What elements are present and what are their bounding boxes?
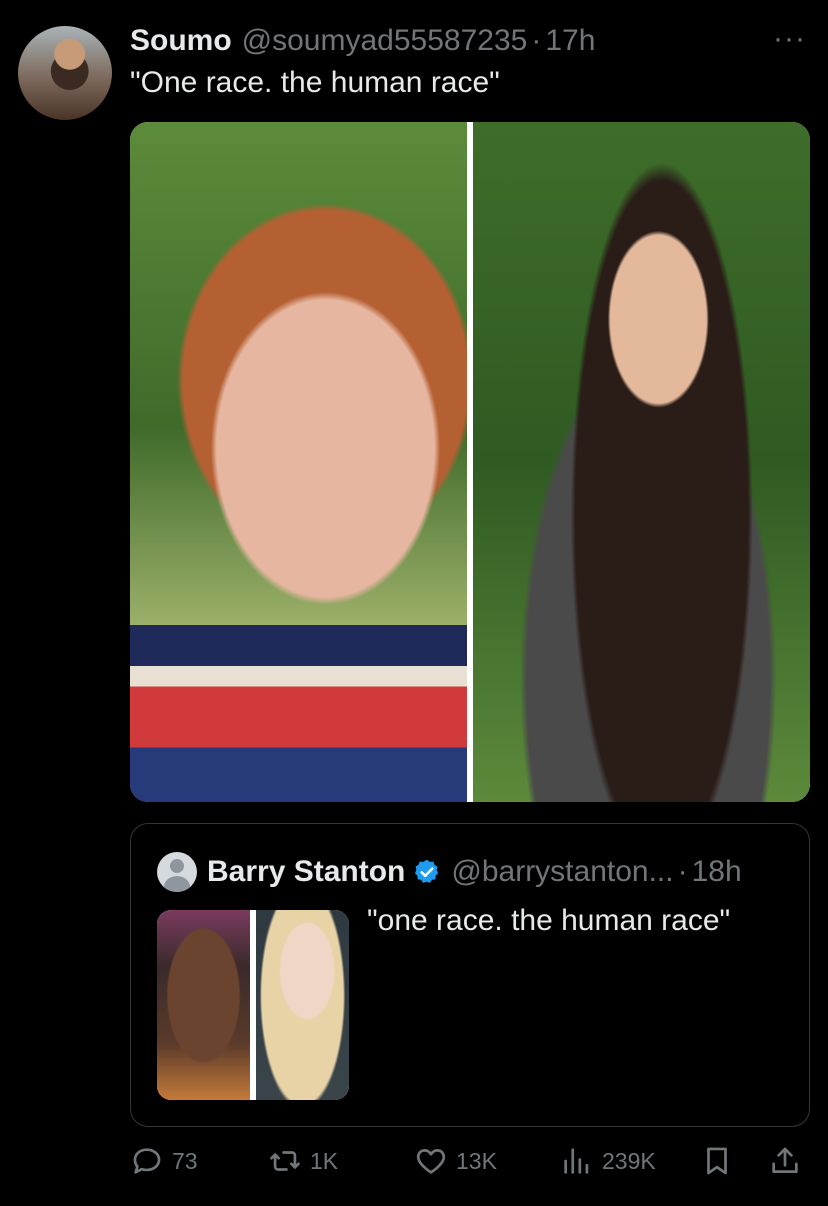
separator-dot: · [531,24,542,57]
share-upload-icon [772,1147,798,1173]
quoted-tweet-media[interactable] [157,910,349,1100]
more-options-icon[interactable]: ··· [773,22,806,56]
quoted-tweet-header: Barry Stanton @barrystanton... · 18h [157,852,742,892]
quoted-tweet-text: "one race. the human race" [367,904,731,937]
repost-button[interactable]: 1K [268,1144,338,1178]
verified-check-icon [413,858,441,886]
tweet-photo-left[interactable] [130,122,467,802]
tweet-media-grid[interactable] [130,122,810,802]
tweet-header: Soumo @soumyad55587235 · 17h [130,24,595,58]
heart-icon [416,1149,446,1174]
author-avatar[interactable] [18,26,112,120]
speech-bubble-icon [133,1148,161,1174]
author-handle[interactable]: @soumyad55587235 [242,24,528,58]
quoted-photo-right[interactable] [256,910,349,1100]
tweet-action-bar: 73 1K 13K 239K [130,1144,810,1184]
quoted-tweet-timestamp[interactable]: 18h [692,855,742,889]
views-button[interactable]: 239K [560,1144,656,1178]
quoted-tweet[interactable]: Barry Stanton @barrystanton... · 18h "on… [130,823,810,1127]
tweet-photo-right[interactable] [473,122,810,802]
reply-count: 73 [172,1147,198,1174]
like-button[interactable]: 13K [414,1144,497,1178]
share-button[interactable] [768,1144,802,1178]
quoted-photo-left[interactable] [157,910,250,1100]
repost-count: 1K [310,1147,339,1174]
quoted-separator-dot: · [677,855,688,888]
quoted-author-name[interactable]: Barry Stanton [207,855,405,889]
view-count: 239K [602,1147,656,1174]
quoted-author-avatar[interactable] [157,852,197,892]
author-name[interactable]: Soumo [130,24,232,58]
bookmark-icon [707,1147,727,1175]
repost-arrows-icon [270,1151,300,1171]
quoted-author-handle[interactable]: @barrystanton... [451,855,673,889]
tweet-text: "One race. the human race" [130,66,500,99]
tweet-timestamp[interactable]: 17h [545,24,595,58]
reply-button[interactable]: 73 [130,1144,198,1178]
bar-chart-icon [564,1148,589,1174]
bookmark-button[interactable] [700,1144,734,1178]
like-count: 13K [456,1147,497,1174]
